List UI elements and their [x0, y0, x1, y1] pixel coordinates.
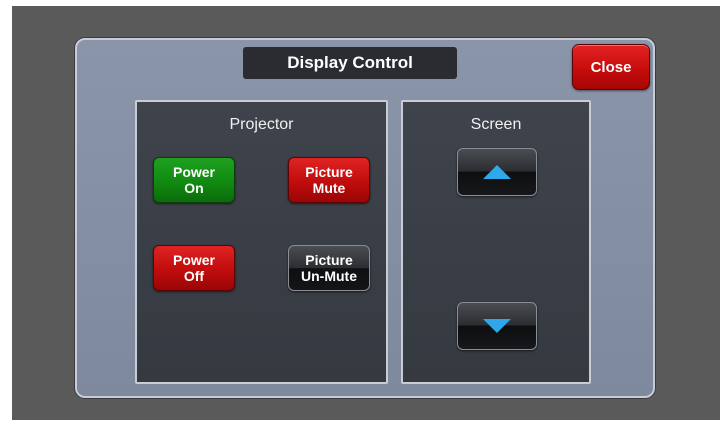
picture-mute-label-line2: Mute [312, 180, 346, 196]
screen-background: Display Control Close Projector Power On… [12, 6, 720, 420]
picture-mute-button[interactable]: Picture Mute [288, 157, 370, 203]
screen-panel-title: Screen [470, 116, 522, 133]
projector-panel-title: Projector [229, 116, 294, 133]
power-off-label-line2: Off [183, 268, 205, 284]
power-on-label-line2: On [184, 180, 204, 196]
picture-unmute-button[interactable]: Picture Un-Mute [288, 245, 370, 291]
picture-mute-label-line1: Picture [305, 164, 353, 180]
power-off-label-line1: Power [172, 252, 215, 268]
screen-panel: Screen [401, 100, 591, 384]
screen-down-button[interactable] [457, 302, 537, 350]
power-on-label-line1: Power [172, 164, 215, 180]
projector-panel: Projector Power On Picture Mute Power Of… [135, 100, 388, 384]
display-control-dialog: Display Control Close Projector Power On… [75, 38, 655, 398]
triangle-up-icon [483, 165, 511, 179]
power-off-button[interactable]: Power Off [153, 245, 235, 291]
screen-up-button[interactable] [457, 148, 537, 196]
power-on-button[interactable]: Power On [153, 157, 235, 203]
picture-unmute-label-line2: Un-Mute [301, 268, 357, 284]
triangle-down-icon [483, 319, 511, 333]
close-button[interactable]: Close [572, 44, 650, 90]
picture-unmute-label-line1: Picture [305, 252, 353, 268]
dialog-title: Display Control [243, 47, 457, 79]
